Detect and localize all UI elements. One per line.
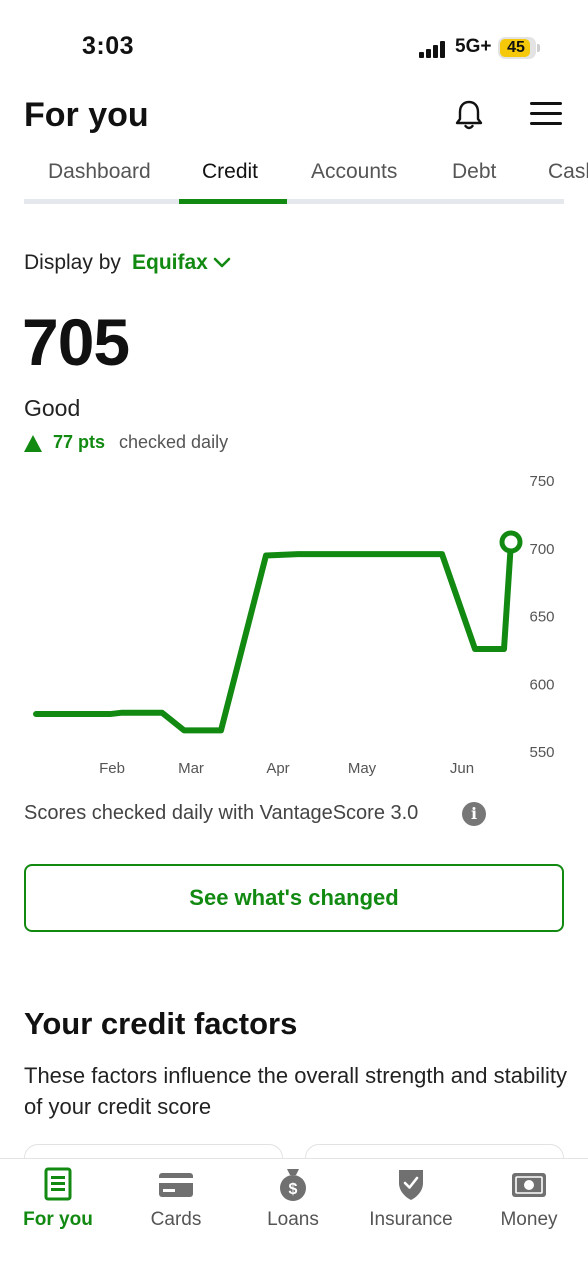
score-rating: Good bbox=[24, 395, 81, 421]
bottom-nav: For you Cards $ Loans Insurance Money bbox=[0, 1158, 588, 1280]
nav-insurance[interactable]: Insurance bbox=[353, 1167, 469, 1237]
nav-for-you[interactable]: For you bbox=[0, 1167, 116, 1237]
money-bag-icon: $ bbox=[280, 1169, 306, 1201]
tab-cash[interactable]: Cash bbox=[548, 160, 588, 184]
credit-card-icon bbox=[159, 1173, 193, 1197]
x-tick-label: Apr bbox=[266, 760, 289, 777]
nav-label: Insurance bbox=[369, 1209, 453, 1230]
bell-icon[interactable] bbox=[452, 98, 486, 132]
factors-description: These factors influence the overall stre… bbox=[24, 1063, 567, 1119]
nav-label: Loans bbox=[267, 1209, 319, 1230]
battery-tip bbox=[537, 44, 540, 52]
info-icon[interactable]: i bbox=[462, 802, 486, 826]
menu-icon[interactable] bbox=[528, 101, 564, 127]
score-footnote: Scores checked daily with VantageScore 3… bbox=[24, 802, 419, 824]
nav-cards[interactable]: Cards bbox=[118, 1167, 234, 1237]
x-tick-label: Mar bbox=[178, 760, 204, 777]
document-icon bbox=[44, 1167, 72, 1201]
battery-icon: 45 bbox=[498, 37, 536, 59]
factors-title: Your credit factors bbox=[24, 1006, 298, 1041]
x-tick-label: Feb bbox=[99, 760, 125, 777]
nav-label: Cards bbox=[150, 1209, 202, 1230]
x-tick-label: Jun bbox=[450, 760, 474, 777]
bureau-selector[interactable]: Equifax bbox=[132, 251, 208, 275]
x-tick-label: May bbox=[348, 760, 377, 777]
tab-dashboard[interactable]: Dashboard bbox=[48, 160, 151, 184]
svg-text:$: $ bbox=[289, 1181, 298, 1198]
battery-level: 45 bbox=[507, 39, 525, 56]
nav-loans[interactable]: $ Loans bbox=[235, 1167, 351, 1237]
y-tick-label: 700 bbox=[529, 541, 554, 558]
see-whats-changed-button[interactable]: See what's changed bbox=[24, 864, 564, 932]
display-by-label: Display by bbox=[24, 251, 121, 274]
status-bar: 3:03 5G+ 45 bbox=[0, 0, 588, 96]
up-triangle-icon bbox=[24, 435, 42, 452]
nav-label: Money bbox=[500, 1209, 558, 1230]
score-change-note: checked daily bbox=[119, 432, 229, 452]
score-line bbox=[33, 538, 514, 734]
chevron-down-icon[interactable] bbox=[212, 254, 232, 272]
current-score-marker bbox=[499, 530, 523, 554]
nav-money[interactable]: Money bbox=[471, 1167, 587, 1237]
tab-debt[interactable]: Debt bbox=[452, 160, 496, 184]
score-change: 77 pts bbox=[53, 432, 106, 452]
shield-check-icon bbox=[399, 1170, 423, 1200]
signal-icon bbox=[419, 40, 447, 58]
status-time: 3:03 bbox=[82, 32, 135, 60]
tab-accounts[interactable]: Accounts bbox=[311, 160, 397, 184]
cash-icon bbox=[512, 1173, 546, 1197]
y-tick-label: 550 bbox=[529, 744, 554, 761]
y-tick-label: 650 bbox=[529, 609, 554, 626]
y-tick-label: 600 bbox=[529, 676, 554, 693]
network-label: 5G+ bbox=[455, 36, 492, 57]
y-tick-label: 750 bbox=[529, 473, 554, 490]
active-tab-indicator bbox=[179, 199, 287, 204]
credit-score-chart: 750 700 650 600 550 Feb Mar Apr May Jun bbox=[33, 473, 555, 777]
tab-credit[interactable]: Credit bbox=[202, 160, 258, 184]
page-title: For you bbox=[24, 96, 149, 134]
credit-score: 705 bbox=[22, 305, 130, 379]
nav-label: For you bbox=[23, 1209, 93, 1230]
tab-bar: Dashboard Credit Accounts Debt Cash bbox=[24, 150, 588, 206]
